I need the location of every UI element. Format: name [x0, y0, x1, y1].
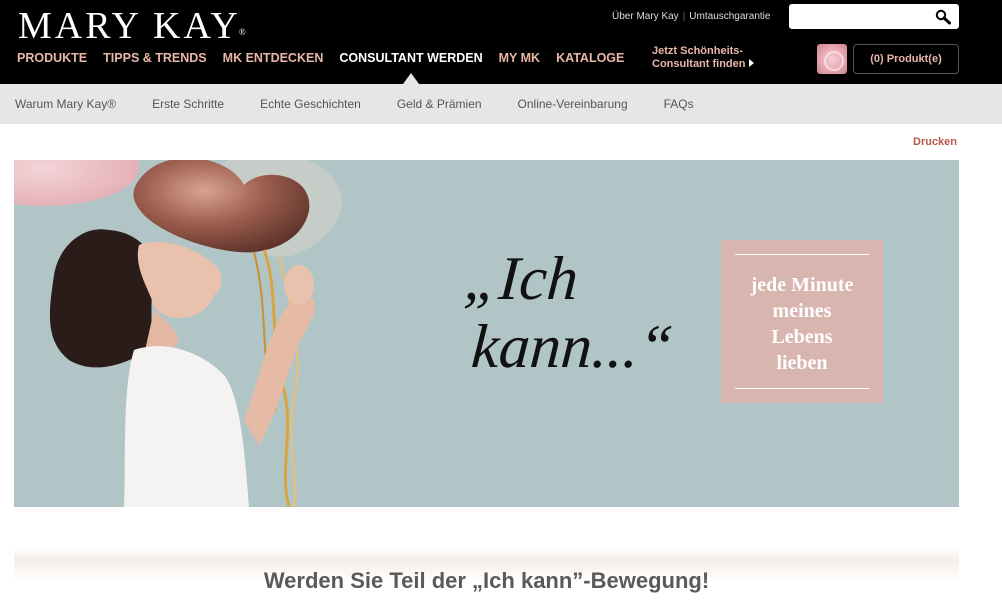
- about-link[interactable]: Über Mary Kay: [612, 11, 679, 22]
- subnav-warum-mary-kay[interactable]: Warum Mary Kay®: [15, 97, 116, 111]
- hero-quote: „Ich kann...“: [457, 245, 707, 381]
- box-line-4: lieben: [776, 352, 828, 374]
- subnav-echte-geschichten[interactable]: Echte Geschichten: [260, 97, 361, 111]
- nav-mk-entdecken[interactable]: MK ENTDECKEN: [223, 51, 324, 65]
- nav-consultant-werden-label: CONSULTANT WERDEN: [339, 51, 483, 65]
- cta-line2: Consultant finden: [652, 58, 746, 70]
- nav-kataloge[interactable]: KATALOGE: [556, 51, 624, 65]
- woman-hand: [284, 265, 314, 305]
- cta-line1: Jetzt Schönheits-: [652, 45, 744, 57]
- rose-icon[interactable]: [817, 44, 847, 74]
- main-nav: PRODUKTE TIPPS & TRENDS MK ENTDECKEN CON…: [17, 51, 640, 84]
- utility-links: Über Mary Kay | Umtauschgarantie: [612, 11, 770, 22]
- pink-balloon: [14, 160, 139, 206]
- hero-quote-line2: kann...“: [469, 313, 676, 381]
- box-line-2: meines: [772, 300, 832, 322]
- mary-kay-logo[interactable]: MARY KAY®: [18, 4, 248, 48]
- registered-mark: ®: [238, 27, 246, 37]
- search-box: [789, 4, 959, 29]
- exchange-guarantee-link[interactable]: Umtauschgarantie: [689, 11, 770, 22]
- print-link[interactable]: Drucken: [913, 136, 957, 148]
- search-input[interactable]: [789, 4, 929, 29]
- magnifier-icon[interactable]: [935, 9, 951, 25]
- subnav-geld-praemien[interactable]: Geld & Prämien: [397, 97, 482, 111]
- nav-tipps-trends[interactable]: TIPPS & TRENDS: [103, 51, 207, 65]
- active-caret-icon: [403, 73, 419, 84]
- box-rule-top: [735, 254, 869, 255]
- subnav-faqs[interactable]: FAQs: [664, 97, 694, 111]
- subnav-online-vereinbarung[interactable]: Online-Vereinbarung: [518, 97, 628, 111]
- sub-nav: Warum Mary Kay® Erste Schritte Echte Ges…: [0, 84, 1002, 124]
- woman-top: [124, 346, 249, 507]
- hero-quote-line1: „Ich: [462, 245, 581, 313]
- find-consultant-link[interactable]: Jetzt Schönheits- Consultant finden: [652, 45, 754, 71]
- woman-arm: [244, 296, 315, 445]
- util-separator: |: [682, 11, 686, 22]
- hero-quote-box: jede Minute meines Lebens lieben: [721, 240, 883, 403]
- site-header: MARY KAY® Über Mary Kay | Umtauschgarantie…: [0, 0, 1002, 84]
- box-line-3: Lebens: [771, 326, 833, 348]
- nav-my-mk[interactable]: MY MK: [499, 51, 540, 65]
- box-line-1: jede Minute: [750, 274, 854, 296]
- box-rule-bottom: [735, 388, 869, 389]
- subnav-erste-schritte[interactable]: Erste Schritte: [152, 97, 224, 111]
- section-headline: Werden Sie Teil der „Ich kann”-Bewegung!: [263, 568, 710, 593]
- triangle-right-icon: [748, 59, 754, 67]
- cart-button[interactable]: (0) Produkt(e): [853, 44, 959, 74]
- nav-consultant-werden[interactable]: CONSULTANT WERDEN: [339, 51, 483, 84]
- hero-banner: „Ich kann...“ jede Minute meines Lebens …: [14, 160, 959, 507]
- nav-produkte[interactable]: PRODUKTE: [17, 51, 87, 65]
